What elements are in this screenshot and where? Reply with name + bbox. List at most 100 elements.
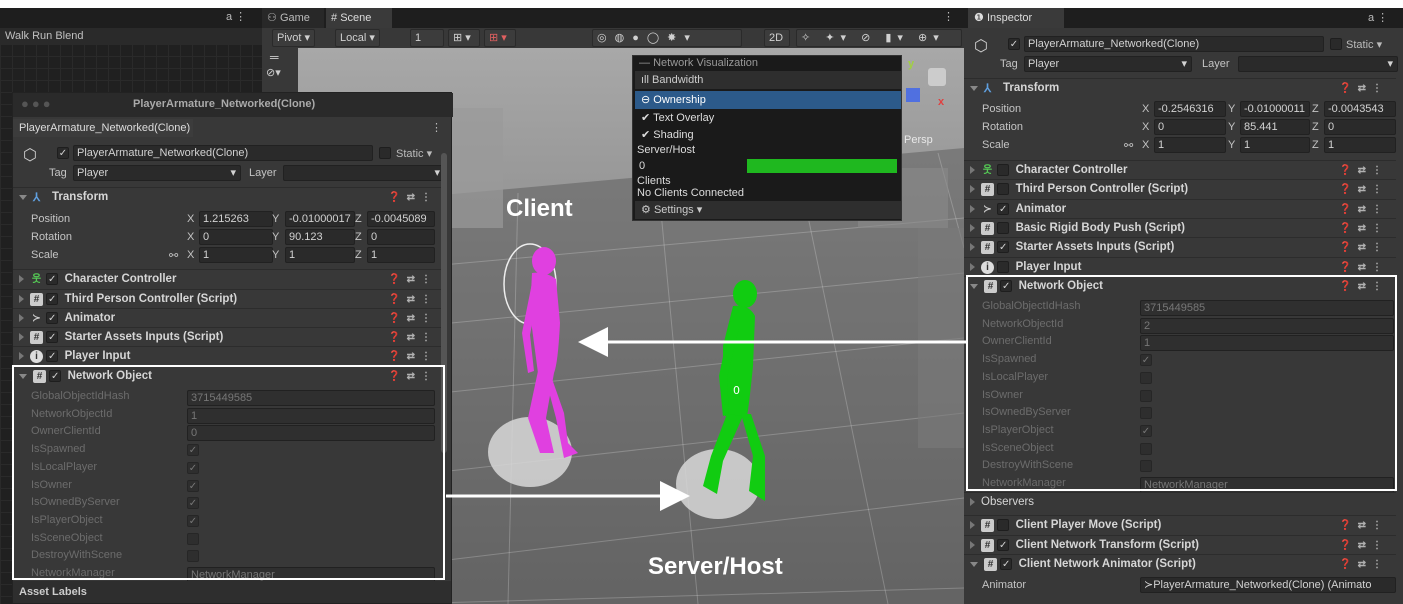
left-rot-z[interactable]: 0 [367,229,435,245]
bandwidth-item[interactable]: ıll Bandwidth [635,71,901,89]
scene-view-options[interactable]: ✧ ✦▾ ⊘ ▮▾ ⊕▾ [796,29,962,47]
component-menu-icons[interactable]: ❓⇄⋮ [388,351,437,362]
right-component-client-network-transform[interactable]: # ✓ Client Network Transform (Script) ❓⇄… [964,535,1396,554]
right-pos-y[interactable]: -0.01000011 [1240,101,1310,117]
left-rot-x[interactable]: 0 [199,229,273,245]
right-pos-x[interactable]: -0.2546316 [1154,101,1226,117]
component-menu-icons[interactable]: ❓⇄⋮ [1339,540,1388,551]
hamburger-icon[interactable]: ═ [270,50,279,64]
component-menu-icons[interactable]: ❓⇄⋮ [1339,223,1388,234]
component-menu-icons[interactable]: ❓⇄⋮ [1339,520,1388,531]
right-static-label[interactable]: Static ▾ [1346,38,1382,51]
grid-size-field[interactable]: 1 [410,29,444,47]
axis-z: Z [1312,139,1319,151]
left-pos-z[interactable]: -0.0045089 [367,211,435,227]
settings-dropdown[interactable]: ⚙ Settings ▾ [635,201,901,219]
component-menu-icons[interactable]: ❓⇄⋮ [388,192,437,203]
component-menu-icons[interactable]: ❓⇄⋮ [1339,262,1388,273]
axis-y: Y [272,213,280,225]
component-menu-icons[interactable]: ❓⇄⋮ [1339,165,1388,176]
right-scale-z[interactable]: 1 [1324,137,1396,153]
increment-snap-button[interactable]: ⊞ ▾ [484,29,516,47]
left-scale-z[interactable]: 1 [367,247,435,263]
walk-run-blend-breadcrumb[interactable]: Walk Run Blend [0,28,262,44]
tab-scene[interactable]: # Scene [326,8,392,28]
right-scale-x[interactable]: 1 [1154,137,1226,153]
right-static-checkbox[interactable] [1330,38,1342,53]
component-menu-icons[interactable]: ❓⇄⋮ [1339,83,1388,94]
ownership-item[interactable]: ⊖ Ownership [635,91,901,109]
client-figure[interactable] [498,243,578,463]
component-menu-icons[interactable]: ❓⇄⋮ [1339,184,1388,195]
right-component-player-input[interactable]: i Player Input ❓⇄⋮ [964,257,1396,276]
right-component-animator[interactable]: ≻ ✓ Animator ❓⇄⋮ [964,199,1396,218]
left-pos-x[interactable]: 1.215263 [199,211,273,227]
right-pos-z[interactable]: -0.0043543 [1324,101,1396,117]
left-pos-y[interactable]: -0.01000017 [285,211,355,227]
link-icon[interactable]: ⚯ [169,249,178,262]
right-rot-y[interactable]: 85.441 [1240,119,1310,135]
component-menu-icons[interactable]: ❓⇄⋮ [1339,242,1388,253]
component-menu-icons[interactable]: ❓⇄⋮ [388,332,437,343]
scene-menu-icon[interactable]: ⋮ [943,10,954,23]
local-dropdown[interactable]: Local ▾ [335,29,380,47]
right-layer-dropdown[interactable]: ▾ [1238,56,1398,72]
left-component-third-person[interactable]: # ✓ Third Person Controller (Script) ❓⇄⋮ [13,289,445,308]
component-menu-icons[interactable]: ❓⇄⋮ [1339,204,1388,215]
axis-gizmo[interactable]: y x [898,58,958,128]
left-tab[interactable]: PlayerArmature_Networked(Clone) [13,119,193,137]
left-static-label[interactable]: Static ▾ [396,147,432,160]
left-component-starter-inputs[interactable]: # ✓ Starter Assets Inputs (Script) ❓⇄⋮ [13,327,445,346]
lock-icon[interactable]: a ⋮ [226,10,246,23]
component-menu-icons[interactable]: ❓⇄⋮ [388,274,437,285]
tab-inspector[interactable]: ❶ Inspector [968,8,1064,28]
text-overlay-toggle[interactable]: ✔ Text Overlay [641,111,714,124]
view-tool-icon[interactable]: ⊘▾ [266,66,281,79]
left-object-name-field[interactable]: PlayerArmature_Networked(Clone) [73,145,373,161]
right-active-checkbox[interactable]: ✓ [1008,38,1020,50]
right-component-rigidbody-push[interactable]: # Basic Rigid Body Push (Script) ❓⇄⋮ [964,218,1396,237]
persp-label[interactable]: Persp [904,134,933,146]
draw-mode-buttons[interactable]: ◎◍●◯✸▾ [592,29,742,47]
observers-foldout[interactable]: Observers [964,492,1396,511]
left-rot-y[interactable]: 90.123 [285,229,355,245]
right-component-starter-inputs[interactable]: # ✓ Starter Assets Inputs (Script) ❓⇄⋮ [964,237,1396,256]
component-label: Starter Assets Inputs (Script) [1015,241,1175,253]
component-menu-icons[interactable]: ❓⇄⋮ [388,313,437,324]
right-rot-z[interactable]: 0 [1324,119,1396,135]
left-tag-dropdown[interactable]: Player ▾ [73,165,241,181]
left-scale-x[interactable]: 1 [199,247,273,263]
left-static-checkbox[interactable] [379,147,391,162]
left-component-character-controller[interactable]: 웃 ✓ Character Controller ❓⇄⋮ [13,269,445,288]
2d-toggle[interactable]: 2D [764,29,790,47]
right-component-client-player-move[interactable]: # Client Player Move (Script) ❓⇄⋮ [964,515,1396,534]
left-scale-y[interactable]: 1 [285,247,355,263]
link-icon[interactable]: ⚯ [1124,139,1133,152]
right-transform-header[interactable]: ⅄ Transform ❓⇄⋮ [964,78,1396,97]
tab-game[interactable]: ⚇ Game [262,8,324,28]
left-transform-header[interactable]: ⅄ Transform ❓⇄⋮ [13,187,445,206]
asset-labels-bar[interactable]: Asset Labels [13,581,451,603]
shading-toggle[interactable]: ✔ Shading [641,128,694,141]
left-component-animator[interactable]: ≻ ✓ Animator ❓⇄⋮ [13,308,445,327]
animator-object-field[interactable]: ≻PlayerArmature_Networked(Clone) (Animat… [1140,577,1396,593]
window-traffic-lights[interactable]: ●●● [21,96,54,111]
left-layer-dropdown[interactable]: ▾ [283,165,445,181]
snap-button[interactable]: ⊞ ▾ [448,29,480,47]
right-object-name-field[interactable]: PlayerArmature_Networked(Clone) [1024,36,1324,52]
server-figure[interactable]: 0 [693,276,783,506]
right-lock-icon[interactable]: a ⋮ [1368,11,1388,24]
right-component-third-person[interactable]: # Third Person Controller (Script) ❓⇄⋮ [964,179,1396,198]
no-clients-text: No Clients Connected [637,187,745,199]
left-active-checkbox[interactable]: ✓ [57,147,69,159]
right-component-client-network-animator[interactable]: # ✓ Client Network Animator (Script) ❓⇄⋮ [964,554,1396,573]
right-component-character-controller[interactable]: 웃 Character Controller ❓⇄⋮ [964,160,1396,179]
right-rot-x[interactable]: 0 [1154,119,1226,135]
component-menu-icons[interactable]: ❓⇄⋮ [1339,559,1388,570]
pivot-dropdown[interactable]: Pivot ▾ [272,29,316,47]
left-component-player-input[interactable]: i ✓ Player Input ❓⇄⋮ [13,346,445,365]
right-scale-y[interactable]: 1 [1240,137,1310,153]
right-tag-dropdown[interactable]: Player ▾ [1024,56,1192,72]
left-tab-menu-icon[interactable]: ⋮ [431,121,442,134]
component-menu-icons[interactable]: ❓⇄⋮ [388,294,437,305]
